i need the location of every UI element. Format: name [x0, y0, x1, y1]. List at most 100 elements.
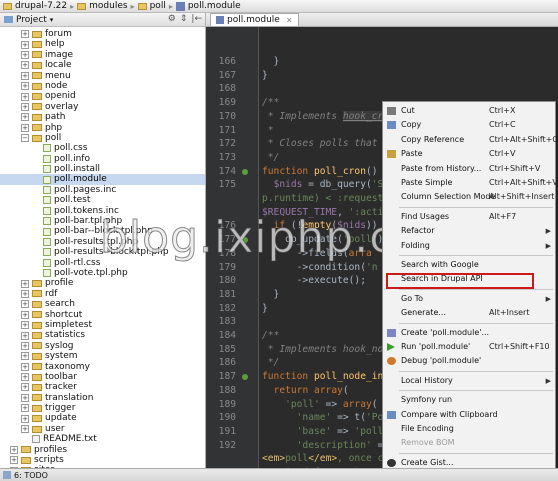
expand-icon[interactable]: +: [21, 362, 29, 371]
tree-file-item[interactable]: poll.install: [0, 164, 205, 174]
expand-icon[interactable]: +: [21, 30, 29, 39]
tree-file-item[interactable]: poll-rtl.css: [0, 258, 205, 268]
tree-file-item[interactable]: poll-results--block.tpl.php: [0, 247, 205, 257]
menu-item-refactor[interactable]: Refactor ▶: [383, 224, 555, 238]
hide-panel-icon[interactable]: |←: [191, 14, 202, 24]
expand-icon[interactable]: +: [21, 92, 29, 101]
menu-item-find-usages[interactable]: Find Usages Alt+F7: [383, 210, 555, 224]
tree-file-item[interactable]: poll.module: [0, 174, 205, 185]
tree-folder-item[interactable]: + syslog: [0, 341, 205, 351]
expand-icon[interactable]: +: [21, 341, 29, 350]
expand-icon[interactable]: +: [21, 61, 29, 70]
tree-file-item[interactable]: poll.pages.inc: [0, 185, 205, 195]
tree-folder-item[interactable]: + tracker: [0, 382, 205, 392]
expand-icon[interactable]: +: [21, 393, 29, 402]
tree-folder-item[interactable]: + taxonomy: [0, 362, 205, 372]
menu-item-paste-from-history[interactable]: Paste from History... Ctrl+Shift+V: [383, 162, 555, 176]
tree-folder-item[interactable]: + user: [0, 424, 205, 434]
expand-icon[interactable]: +: [21, 404, 29, 413]
todo-tool-button[interactable]: 6: TODO: [0, 471, 48, 480]
tree-folder-item[interactable]: + overlay: [0, 102, 205, 112]
menu-item-paste-simple[interactable]: Paste Simple Ctrl+Alt+Shift+V: [383, 176, 558, 190]
tree-folder-item[interactable]: + statistics: [0, 330, 205, 340]
breadcrumb-item[interactable]: poll.module: [173, 0, 244, 12]
tree-folder-item[interactable]: + menu: [0, 71, 205, 81]
expand-icon[interactable]: +: [21, 310, 29, 319]
menu-item-go-to[interactable]: Go To ▶: [383, 292, 555, 306]
expand-icon[interactable]: +: [21, 321, 29, 330]
tree-file-item[interactable]: poll.info: [0, 154, 205, 164]
tree-folder-item[interactable]: + rdf: [0, 289, 205, 299]
menu-item-run-poll-module[interactable]: Run 'poll.module' Ctrl+Shift+F10: [383, 340, 555, 354]
tree-file-item[interactable]: poll-bar--block.tpl.php: [0, 226, 205, 236]
tree-folder-item[interactable]: + php: [0, 123, 205, 133]
menu-item-cut[interactable]: Cut Ctrl+X: [383, 104, 555, 118]
expand-icon[interactable]: +: [21, 40, 29, 49]
tree-file-item[interactable]: poll.css: [0, 143, 205, 153]
menu-item-paste[interactable]: Paste Ctrl+V: [383, 147, 555, 161]
tree-folder-item[interactable]: + profile: [0, 278, 205, 288]
tree-folder-item[interactable]: + trigger: [0, 403, 205, 413]
tree-folder-item[interactable]: + toolbar: [0, 372, 205, 382]
menu-item-copy[interactable]: Copy Ctrl+C: [383, 118, 555, 132]
menu-item-create-poll-module[interactable]: Create 'poll.module'...: [383, 326, 555, 340]
tree-file-item[interactable]: poll.tokens.inc: [0, 206, 205, 216]
menu-item-generate[interactable]: Generate... Alt+Insert: [383, 306, 555, 320]
tree-folder-item[interactable]: + path: [0, 112, 205, 122]
expand-icon[interactable]: +: [21, 352, 29, 361]
expand-icon[interactable]: +: [21, 71, 29, 80]
tree-folder-item[interactable]: + scripts: [0, 455, 205, 465]
breadcrumb-item[interactable]: modules: [74, 0, 130, 12]
expand-icon[interactable]: +: [21, 82, 29, 91]
expand-icon[interactable]: +: [21, 113, 29, 122]
tab-poll-module[interactable]: poll.module ✕: [210, 13, 299, 26]
menu-item-file-encoding[interactable]: File Encoding: [383, 422, 555, 436]
tree-folder-item[interactable]: + locale: [0, 60, 205, 70]
close-icon[interactable]: ✕: [286, 16, 293, 25]
tree-file-item[interactable]: poll-bar.tpl.php: [0, 216, 205, 226]
menu-item-folding[interactable]: Folding ▶: [383, 239, 555, 253]
tree-folder-item[interactable]: + system: [0, 351, 205, 361]
tree-file-item[interactable]: poll-vote.tpl.php: [0, 268, 205, 278]
menu-item-debug-poll-module[interactable]: Debug 'poll.module': [383, 354, 555, 368]
expand-icon[interactable]: +: [21, 50, 29, 59]
tree-folder-item[interactable]: + help: [0, 39, 205, 49]
breadcrumb-item[interactable]: drupal-7.22: [0, 0, 70, 12]
tree-folder-item[interactable]: + openid: [0, 91, 205, 101]
tree-folder-item[interactable]: + search: [0, 299, 205, 309]
menu-item-symfony-run[interactable]: Symfony run: [383, 393, 555, 407]
tree-folder-item[interactable]: + node: [0, 81, 205, 91]
tree-folder-item[interactable]: + update: [0, 413, 205, 423]
tree-file-item[interactable]: poll-results.tpl.php: [0, 237, 205, 247]
tree-folder-item[interactable]: + forum: [0, 29, 205, 39]
menu-item-search-with-google[interactable]: Search with Google: [383, 258, 555, 272]
tree-folder-item[interactable]: + shortcut: [0, 310, 205, 320]
expand-icon[interactable]: +: [21, 279, 29, 288]
project-view-selector[interactable]: Project ▾: [0, 15, 57, 25]
collapse-all-icon[interactable]: ⇕: [180, 14, 188, 24]
expand-icon[interactable]: +: [21, 383, 29, 392]
expand-icon[interactable]: +: [21, 414, 29, 423]
tree-folder-item[interactable]: + translation: [0, 393, 205, 403]
expand-icon[interactable]: +: [21, 300, 29, 309]
tree-file-item[interactable]: README.txt: [0, 434, 205, 444]
breadcrumb-item[interactable]: poll: [135, 0, 169, 12]
expand-icon[interactable]: +: [21, 289, 29, 298]
tree-folder-item[interactable]: − poll: [0, 133, 205, 143]
tree-folder-item[interactable]: + profiles: [0, 445, 205, 455]
menu-item-local-history[interactable]: Local History ▶: [383, 374, 555, 388]
menu-item-column-selection-mode[interactable]: Column Selection Mode Alt+Shift+Insert: [383, 190, 555, 204]
expand-icon[interactable]: +: [21, 425, 29, 434]
menu-item-copy-reference[interactable]: Copy Reference Ctrl+Alt+Shift+C: [383, 133, 558, 147]
tree-folder-item[interactable]: + image: [0, 50, 205, 60]
collapse-icon[interactable]: −: [21, 134, 29, 143]
expand-icon[interactable]: +: [21, 373, 29, 382]
expand-icon[interactable]: +: [10, 456, 18, 465]
expand-icon[interactable]: +: [21, 102, 29, 111]
expand-icon[interactable]: +: [10, 445, 18, 454]
tree-folder-item[interactable]: + simpletest: [0, 320, 205, 330]
menu-item-compare-with-clipboard[interactable]: Compare with Clipboard: [383, 408, 555, 422]
tree-file-item[interactable]: poll.test: [0, 195, 205, 205]
settings-icon[interactable]: ⚙: [168, 14, 176, 24]
expand-icon[interactable]: +: [21, 331, 29, 340]
